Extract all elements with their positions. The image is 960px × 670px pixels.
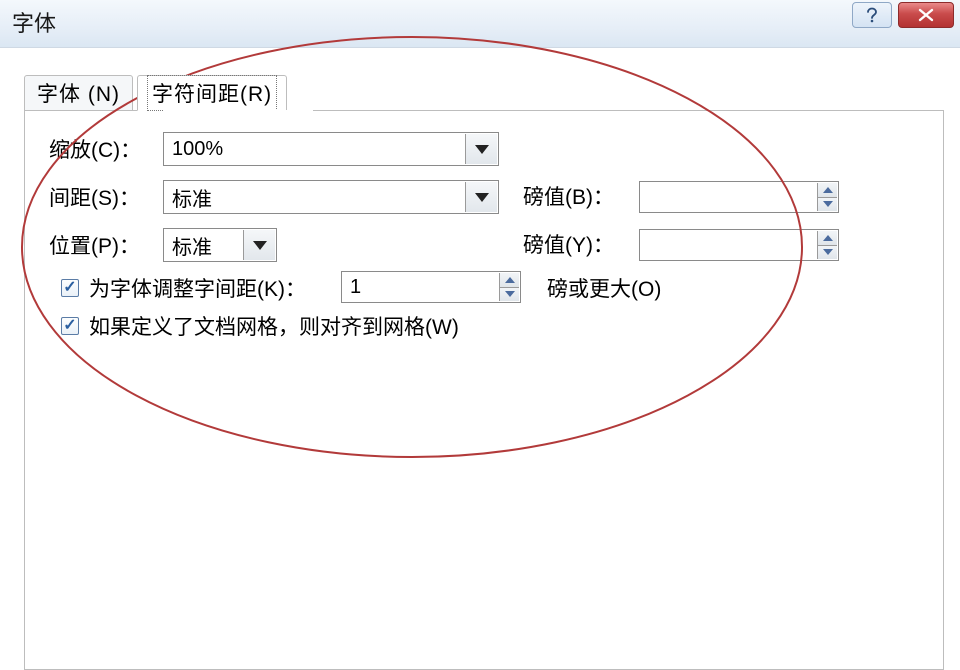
kerning-checkbox[interactable]: ✓ [61,279,79,297]
help-icon [863,6,881,24]
tab-panel: 缩放(C)： 100% 间距(S)： 标准 磅值(B)： [24,110,944,670]
chevron-up-icon [505,277,515,283]
kerning-label: 为字体调整字间距(K)： [89,273,306,303]
position-dropdown-button[interactable] [243,230,275,260]
spacing-dropdown-button[interactable] [465,182,497,212]
check-icon: ✓ [63,280,76,296]
check-icon: ✓ [63,318,76,334]
chevron-down-icon [475,145,489,154]
tab-strip: 字体 (N) 字符间距(R) [24,75,287,111]
client-area: 字体 (N) 字符间距(R) 缩放(C)： 100% 间距(S)： 标准 [8,48,952,632]
spacing-value: 标准 [172,183,212,212]
kerning-spinner[interactable]: 1 [341,271,521,303]
position-value: 标准 [172,231,212,260]
chevron-down-icon [823,249,833,255]
spin-down-button[interactable] [817,245,837,260]
spin-down-button[interactable] [817,197,837,212]
chevron-up-icon [823,187,833,193]
kerning-value: 1 [350,276,361,299]
spin-up-button[interactable] [817,231,837,245]
scale-value: 100% [172,138,223,161]
tab-char-spacing[interactable]: 字符间距(R) [137,75,287,111]
tab-char-spacing-label: 字符间距(R) [150,78,274,108]
chevron-down-icon [253,241,267,250]
spacing-label: 间距(S)： [49,182,163,212]
chevron-down-icon [505,291,515,297]
chevron-down-icon [823,201,833,207]
position-combo[interactable]: 标准 [163,228,277,262]
tab-font-label: 字体 (N) [37,78,120,108]
position-label: 位置(P)： [49,230,163,260]
spacing-combo[interactable]: 标准 [163,180,499,214]
spin-down-button[interactable] [499,287,519,302]
position-pt-label: 磅值(Y)： [523,229,614,259]
spin-up-button[interactable] [499,273,519,287]
window-buttons [852,2,954,28]
scale-label: 缩放(C)： [49,134,163,164]
scale-combo[interactable]: 100% [163,132,499,166]
snapgrid-checkbox[interactable]: ✓ [61,317,79,335]
kerning-tail-label: 磅或更大(O) [547,273,661,303]
spacing-pt-spinner[interactable] [639,181,839,213]
snapgrid-label: 如果定义了文档网格，则对齐到网格(W) [89,311,459,341]
spacing-pt-label: 磅值(B)： [523,181,614,211]
help-button[interactable] [852,2,892,28]
scale-dropdown-button[interactable] [465,134,497,164]
chevron-down-icon [475,193,489,202]
tab-font[interactable]: 字体 (N) [24,75,133,111]
position-pt-spinner[interactable] [639,229,839,261]
window-title: 字体 [12,6,56,38]
close-button[interactable] [898,2,954,28]
spin-up-button[interactable] [817,183,837,197]
title-bar: 字体 [0,0,960,48]
close-icon [916,8,936,22]
chevron-up-icon [823,235,833,241]
